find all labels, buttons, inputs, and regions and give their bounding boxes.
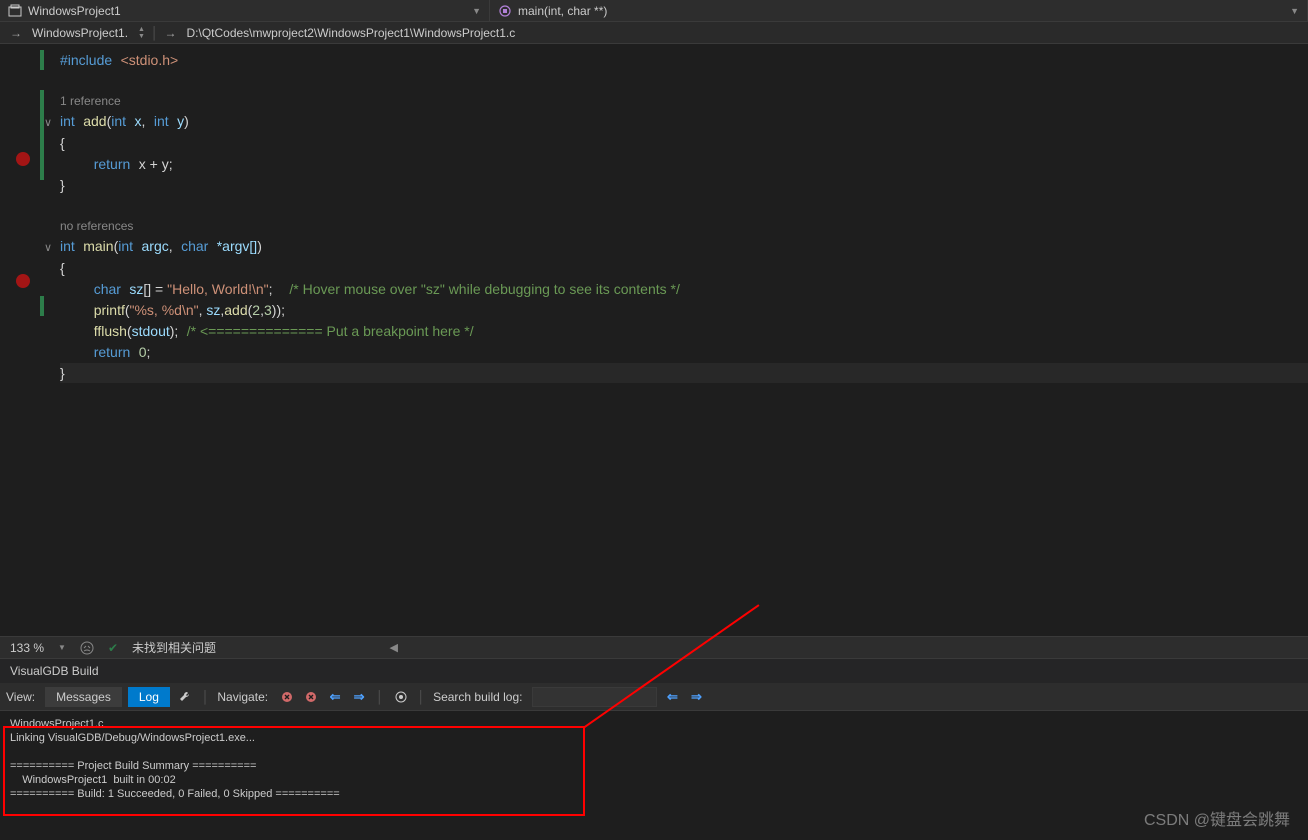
function-tab-label: main(int, char **)	[518, 4, 607, 18]
change-marker	[40, 296, 44, 316]
view-label: View:	[6, 690, 35, 704]
log-line: Linking VisualGDB/Debug/WindowsProject1.…	[10, 732, 255, 744]
breakpoint-marker[interactable]	[16, 152, 30, 166]
project-tab-label: WindowsProject1	[28, 4, 121, 18]
nav-forward-icon[interactable]: →	[158, 26, 182, 40]
search-next-icon[interactable]: ⇒	[687, 688, 705, 706]
log-line: ========== Project Build Summary =======…	[10, 760, 256, 772]
project-icon	[8, 4, 22, 18]
issues-label[interactable]: 未找到相关问题	[132, 639, 216, 656]
log-line: ========== Build: 1 Succeeded, 0 Failed,…	[10, 788, 340, 800]
build-panel-toolbar: View: Messages Log │ Navigate: ⇐ ⇒ │ │ S…	[0, 683, 1308, 711]
nav-back-icon[interactable]: →	[4, 26, 28, 40]
log-line: WindowsProject1 built in 00:02	[10, 774, 176, 786]
function-icon	[498, 4, 512, 18]
search-input[interactable]	[532, 687, 657, 707]
zoom-level[interactable]: 133 %	[10, 641, 44, 655]
search-label: Search build log:	[433, 690, 522, 704]
codelens-references[interactable]: 1 reference	[60, 94, 121, 108]
chevron-down-icon: ▼	[1290, 6, 1299, 16]
target-icon[interactable]	[392, 688, 410, 706]
search-prev-icon[interactable]: ⇐	[663, 688, 681, 706]
change-marker	[40, 50, 44, 70]
check-icon: ✔	[108, 641, 118, 655]
project-dropdown[interactable]: WindowsProject1 ▼	[0, 0, 490, 21]
panel-title: VisualGDB Build	[10, 664, 99, 678]
code-change-bar	[40, 44, 50, 636]
nav-error-next-icon[interactable]	[302, 688, 320, 706]
build-panel-title-bar: VisualGDB Build	[0, 658, 1308, 683]
breakpoint-marker[interactable]	[16, 274, 30, 288]
function-dropdown[interactable]: main(int, char **) ▼	[490, 0, 1308, 21]
breadcrumb-path[interactable]: D:\QtCodes\mwproject2\WindowsProject1\Wi…	[182, 26, 519, 40]
health-icon[interactable]	[80, 641, 94, 655]
document-tabs-bar: WindowsProject1 ▼ main(int, char **) ▼	[0, 0, 1308, 22]
nav-next-icon[interactable]: ⇒	[350, 688, 368, 706]
navigate-label: Navigate:	[217, 690, 268, 704]
wrench-icon[interactable]	[176, 688, 194, 706]
scroll-left-icon[interactable]: ◀	[390, 641, 398, 654]
build-log-output[interactable]: WindowsProject1.c Linking VisualGDB/Debu…	[0, 711, 1308, 819]
log-line: WindowsProject1.c	[10, 718, 104, 730]
breadcrumb-bar: → WindowsProject1. ▲▼ │ → D:\QtCodes\mwp…	[0, 22, 1308, 44]
chevron-down-icon[interactable]: ▼	[58, 643, 66, 652]
log-button[interactable]: Log	[128, 687, 170, 707]
breakpoint-gutter[interactable]	[0, 44, 40, 636]
change-marker	[40, 90, 44, 180]
scope-dropdown-icon[interactable]: ▲▼	[132, 26, 151, 40]
code-content[interactable]: #include <stdio.h> 1 reference ∨int add(…	[50, 44, 1308, 636]
breadcrumb-scope[interactable]: WindowsProject1.	[28, 26, 132, 40]
code-editor[interactable]: #include <stdio.h> 1 reference ∨int add(…	[0, 44, 1308, 636]
messages-button[interactable]: Messages	[45, 687, 122, 707]
editor-status-bar: 133 % ▼ ✔ 未找到相关问题 ◀	[0, 636, 1308, 658]
nav-error-prev-icon[interactable]	[278, 688, 296, 706]
chevron-down-icon: ▼	[472, 6, 481, 16]
codelens-references[interactable]: no references	[60, 219, 133, 233]
nav-prev-icon[interactable]: ⇐	[326, 688, 344, 706]
